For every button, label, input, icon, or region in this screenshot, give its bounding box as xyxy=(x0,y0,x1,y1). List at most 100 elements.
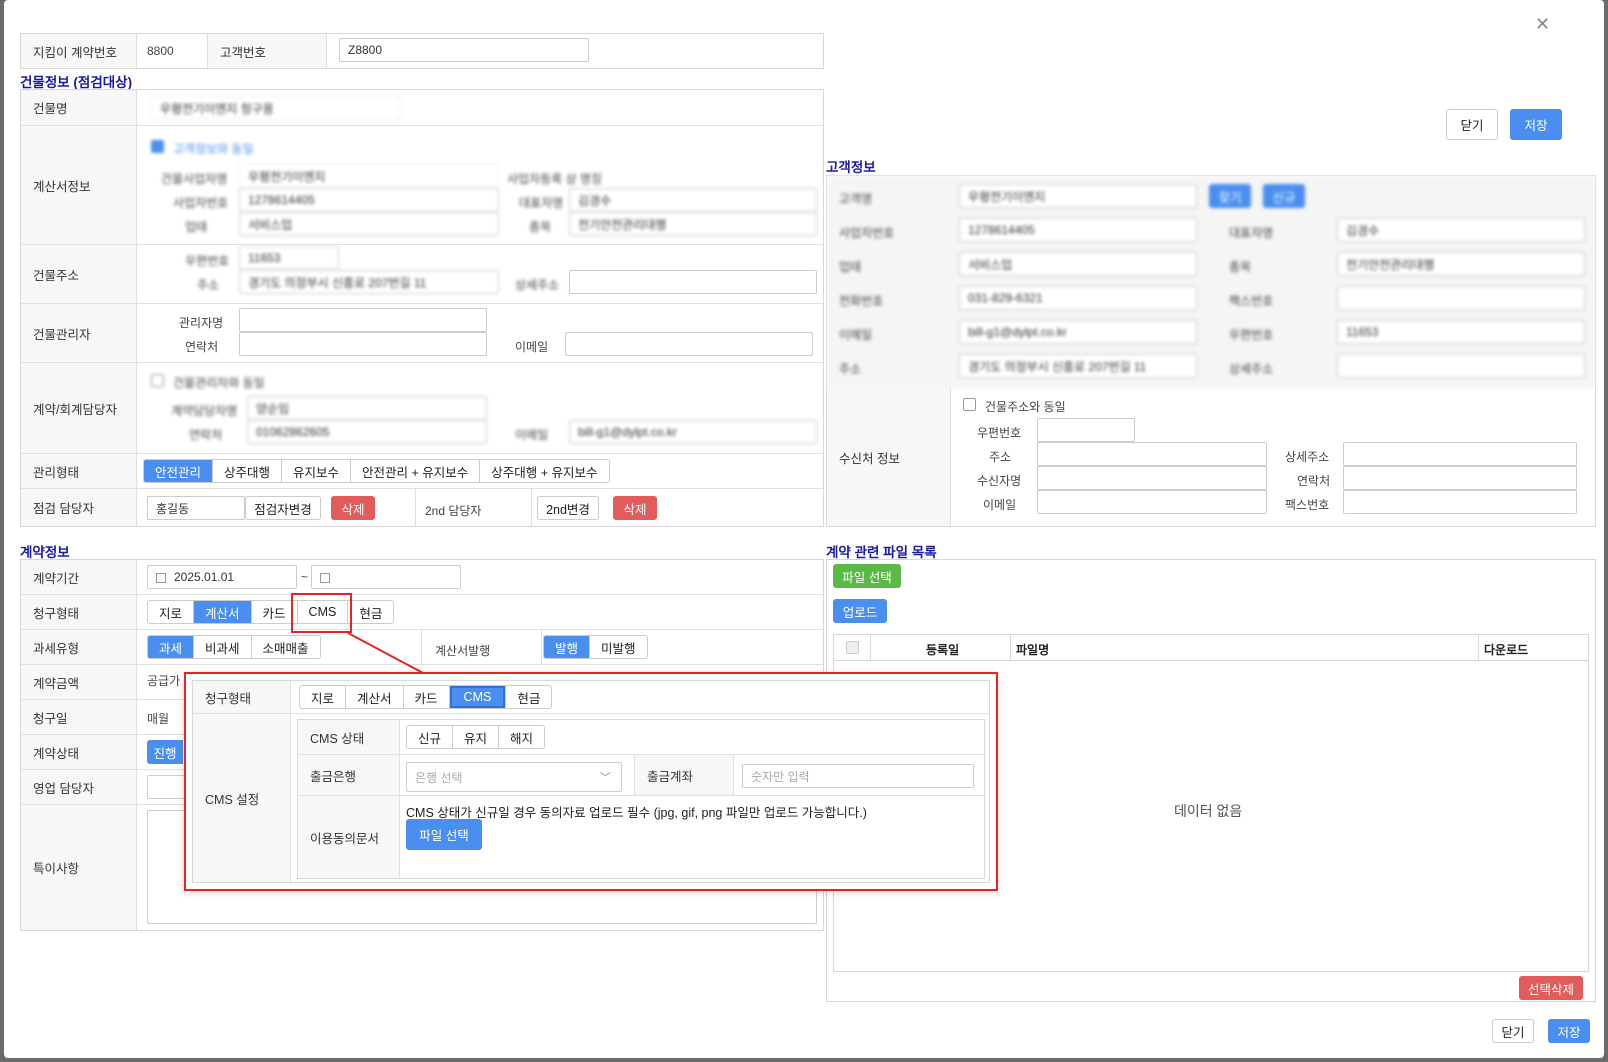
account-placeholder: 숫자만 입력 xyxy=(751,769,810,784)
billing-giro[interactable]: 지로 xyxy=(148,601,195,623)
biz-no-input[interactable]: 1278614405 xyxy=(239,188,499,212)
same-as-manager-checkbox[interactable] xyxy=(151,374,164,387)
mgmt-option-maintenance[interactable]: 유지보수 xyxy=(282,460,352,482)
cust-phone-input[interactable]: 031-829-6321 xyxy=(959,286,1197,310)
billing-type-segment: 지로 계산서 카드 CMS 현금 xyxy=(147,600,395,624)
building-name-input[interactable]: 우평전기이엔지 청구용 xyxy=(151,96,401,120)
mgmt-option-safety[interactable]: 안전관리 xyxy=(144,460,214,482)
callout-billing-invoice[interactable]: 계산서 xyxy=(346,686,404,708)
same-as-building-checkbox[interactable] xyxy=(963,398,976,411)
customer-number-input[interactable]: Z8800 xyxy=(339,38,589,62)
account-input[interactable]: 숫자만 입력 xyxy=(742,764,974,788)
second-change-button[interactable]: 2nd변경 xyxy=(537,496,599,520)
inspector-delete-button[interactable]: 삭제 xyxy=(331,496,375,520)
tax-retail[interactable]: 소매매출 xyxy=(252,636,320,658)
period-start-input[interactable]: 2025.01.01 xyxy=(147,565,297,589)
rep-input[interactable]: 김경수 xyxy=(569,188,817,212)
bank-select[interactable]: 은행 선택 ﹀ xyxy=(406,762,622,792)
same-as-customer-checkbox[interactable] xyxy=(151,140,164,153)
cust-name-input[interactable]: 우평전기이엔지 xyxy=(959,184,1197,208)
recv-zip-input[interactable] xyxy=(1037,418,1135,442)
inspector-input[interactable]: 홍길동 xyxy=(147,496,245,520)
supply-label: 공급가 xyxy=(147,674,181,688)
top-save-button[interactable]: 저장 xyxy=(1510,109,1562,140)
cust-new-button[interactable]: 신규 xyxy=(1263,184,1305,208)
contact-phone-input[interactable]: 01062862605 xyxy=(247,420,487,444)
files-select-all-checkbox[interactable] xyxy=(846,641,859,654)
cust-search-button[interactable]: 찾기 xyxy=(1209,184,1251,208)
zip-label: 우편번호 xyxy=(185,254,230,268)
cust-type-label: 업태 xyxy=(839,260,862,274)
invoice-issue-no[interactable]: 미발행 xyxy=(590,636,647,658)
callout-billing-cms[interactable]: CMS xyxy=(449,686,507,708)
manager-phone-input[interactable] xyxy=(239,332,487,356)
cms-status-new[interactable]: 신규 xyxy=(407,726,454,748)
recv-name-input[interactable] xyxy=(1037,466,1267,490)
addr-detail-input[interactable] xyxy=(569,270,817,294)
cust-addr-input[interactable]: 경기도 의정부시 신흥로 207번길 11 xyxy=(959,354,1197,378)
recv-addr-detail-input[interactable] xyxy=(1343,442,1577,466)
sales-manager-input[interactable] xyxy=(147,775,187,799)
cms-status-keep[interactable]: 유지 xyxy=(453,726,500,748)
cust-email-input[interactable]: bill-g1@dylpt.co.kr xyxy=(959,320,1197,344)
cust-rep-input[interactable]: 김경수 xyxy=(1337,218,1585,242)
type-input[interactable]: 서비스업 xyxy=(239,212,499,236)
cms-status-cancel[interactable]: 해지 xyxy=(499,726,544,748)
cust-biz-no-input[interactable]: 1278614405 xyxy=(959,218,1197,242)
manager-name-input[interactable] xyxy=(239,308,487,332)
recv-fax-input[interactable] xyxy=(1343,490,1577,514)
contact-name-input[interactable]: 양순임 xyxy=(247,396,487,420)
cust-fax-label: 팩스번호 xyxy=(1229,294,1274,308)
recv-name-label: 수신자명 xyxy=(977,474,1022,488)
files-upload-button[interactable]: 업로드 xyxy=(833,599,887,623)
contract-modal: ✕ 지킴이 계약번호 8800 고객번호 Z8800 건물정보 (점검대상) 건… xyxy=(4,0,1604,1058)
biz-name-input[interactable]: 우평전기이엔지 xyxy=(239,164,499,188)
tax-taxable[interactable]: 과세 xyxy=(148,636,195,658)
delete-selected-button[interactable]: 선택삭제 xyxy=(1519,976,1583,1000)
mgmt-option-safety-maint[interactable]: 안전관리 + 유지보수 xyxy=(351,460,481,482)
second-delete-button[interactable]: 삭제 xyxy=(613,496,657,520)
cust-addr-detail-input[interactable] xyxy=(1337,354,1585,378)
account-label: 출금계좌 xyxy=(634,755,734,795)
inspector-change-button[interactable]: 점검자변경 xyxy=(245,496,321,520)
status-active-button[interactable]: 진행 xyxy=(147,740,183,764)
recv-email-input[interactable] xyxy=(1037,490,1267,514)
billing-invoice[interactable]: 계산서 xyxy=(194,601,252,623)
close-icon[interactable]: ✕ xyxy=(1535,14,1550,35)
mgmt-option-resident-maint[interactable]: 상주대행 + 유지보수 xyxy=(480,460,608,482)
contact-email-input[interactable]: bill-g1@dylpt.co.kr xyxy=(569,420,817,444)
cust-item-input[interactable]: 전기안전관리대행 xyxy=(1337,252,1585,276)
period-end-input[interactable] xyxy=(311,565,461,589)
manager-email-input[interactable] xyxy=(565,332,813,356)
top-close-button[interactable]: 닫기 xyxy=(1446,109,1498,140)
tax-nontaxable[interactable]: 비과세 xyxy=(194,636,252,658)
period-start-value: 2025.01.01 xyxy=(174,570,235,584)
files-select-button[interactable]: 파일 선택 xyxy=(833,564,901,588)
footer-save-button[interactable]: 저장 xyxy=(1548,1019,1590,1043)
cust-zip-input[interactable]: 11653 xyxy=(1337,320,1585,344)
addr-input[interactable]: 경기도 의정부시 신흥로 207번길 11 xyxy=(239,270,499,294)
invoice-info-label: 계산서정보 xyxy=(33,179,91,194)
second-inspector-label: 2nd 담당자 xyxy=(425,504,482,518)
mgmt-option-resident[interactable]: 상주대행 xyxy=(213,460,283,482)
invoice-issue-yes[interactable]: 발행 xyxy=(544,636,591,658)
cms-setting-label: CMS 설정 xyxy=(193,714,291,882)
callout-billing-cash[interactable]: 현금 xyxy=(506,686,551,708)
callout-billing-giro[interactable]: 지로 xyxy=(300,686,347,708)
chevron-down-icon: ﹀ xyxy=(600,772,611,784)
recv-phone-input[interactable] xyxy=(1343,466,1577,490)
cust-fax-input[interactable] xyxy=(1337,286,1585,310)
zip-input[interactable]: 11653 xyxy=(239,246,339,270)
consent-file-button[interactable]: 파일 선택 xyxy=(406,819,482,850)
consent-doc-label: 이용동의문서 xyxy=(298,796,400,878)
cust-type-input[interactable]: 서비스업 xyxy=(959,252,1197,276)
same-as-customer-label: 고객정보와 동일 xyxy=(173,142,254,156)
building-address-label: 건물주소 xyxy=(33,268,80,283)
billing-cash[interactable]: 현금 xyxy=(348,601,393,623)
recv-addr-input[interactable] xyxy=(1037,442,1267,466)
files-empty-message: 데이터 없음 xyxy=(1174,803,1243,819)
col-date-header: 등록일 xyxy=(926,643,960,657)
footer-close-button[interactable]: 닫기 xyxy=(1492,1019,1534,1043)
item-input[interactable]: 전기안전관리대행 xyxy=(569,212,817,236)
callout-billing-card[interactable]: 카드 xyxy=(404,686,450,708)
